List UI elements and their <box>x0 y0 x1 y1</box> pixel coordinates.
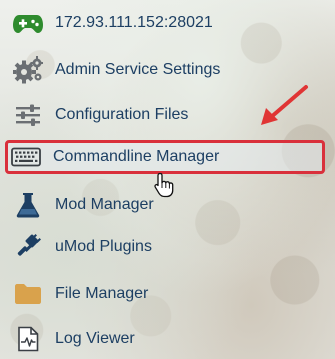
menu-item-label: Mod Manager <box>55 196 154 213</box>
menu-item-commandline-manager[interactable]: Commandline Manager <box>5 140 325 174</box>
menu-item-label: 172.93.111.152:28021 <box>55 14 213 31</box>
keyboard-icon <box>11 142 41 172</box>
menu-item-file-manager[interactable]: File Manager <box>8 276 328 312</box>
sliders-icon <box>13 100 43 130</box>
menu-item-label: Commandline Manager <box>53 148 220 165</box>
hand-cursor-icon <box>154 172 174 198</box>
menu-item-label: uMod Plugins <box>55 238 152 255</box>
menu-item-umod-plugins[interactable]: uMod Plugins <box>8 229 328 265</box>
gamepad-icon <box>13 8 43 38</box>
menu-item-server-address[interactable]: 172.93.111.152:28021 <box>8 5 328 41</box>
menu-item-label: File Manager <box>55 285 149 302</box>
folder-icon <box>13 279 43 309</box>
flask-icon <box>13 190 43 220</box>
menu-item-label: Configuration Files <box>55 106 189 123</box>
plug-icon <box>13 232 43 262</box>
menu-item-label: Admin Service Settings <box>55 61 221 78</box>
gears-icon <box>13 55 43 85</box>
menu-item-label: Log Viewer <box>55 330 135 347</box>
sidebar-menu-screenshot: 172.93.111.152:28021 Admin Service Setti… <box>0 0 335 359</box>
log-file-icon <box>13 324 43 354</box>
annotation-arrow-icon <box>261 85 308 125</box>
menu-item-log-viewer[interactable]: Log Viewer <box>8 321 328 357</box>
